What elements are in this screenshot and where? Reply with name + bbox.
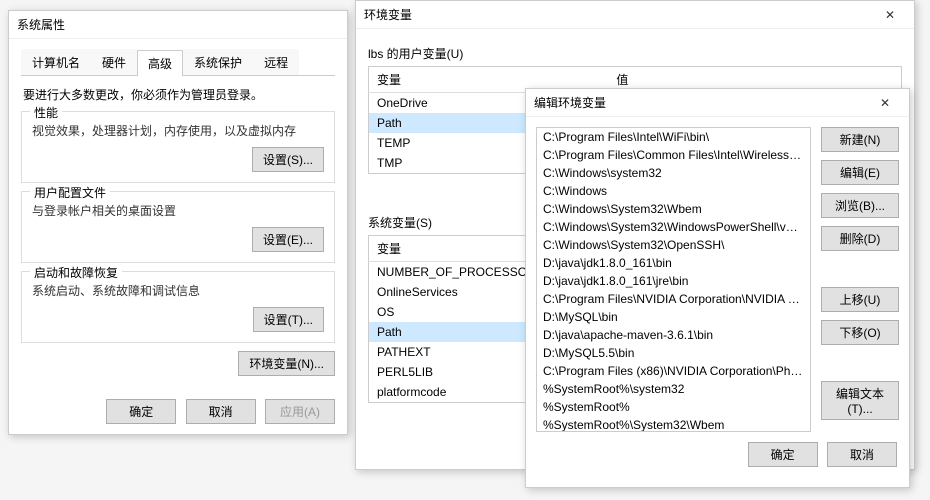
group-text: 系统启动、系统故障和调试信息 [32,282,324,299]
list-item[interactable]: D:\java\jdk1.8.0_161\bin [537,254,810,272]
edit-text-button[interactable]: 编辑文本(T)... [821,381,899,420]
list-item[interactable]: C:\Windows\system32 [537,164,810,182]
delete-button[interactable]: 删除(D) [821,226,899,251]
admin-notice: 要进行大多数更改，你必须作为管理员登录。 [23,86,335,103]
dialog-title: 编辑环境变量 [534,89,606,117]
dialog-title: 系统属性 [17,11,65,39]
user-profile-group: 用户配置文件 与登录帐户相关的桌面设置 设置(E)... [21,191,335,263]
tab-1[interactable]: 硬件 [91,49,137,75]
perf-settings-button[interactable]: 设置(S)... [252,147,324,172]
dialog-footer: 确定 取消 应用(A) [100,399,335,424]
ok-button[interactable]: 确定 [748,442,818,467]
list-item[interactable]: %SystemRoot% [537,398,810,416]
list-item[interactable]: C:\Windows\System32\Wbem [537,200,810,218]
path-listbox[interactable]: C:\Program Files\Intel\WiFi\bin\C:\Progr… [536,127,811,432]
startup-group: 启动和故障恢复 系统启动、系统故障和调试信息 设置(T)... [21,271,335,343]
close-icon[interactable]: ✕ [874,1,906,29]
tab-4[interactable]: 远程 [253,49,299,75]
tab-3[interactable]: 系统保护 [183,49,253,75]
list-item[interactable]: %SystemRoot%\system32 [537,380,810,398]
browse-button[interactable]: 浏览(B)... [821,193,899,218]
new-button[interactable]: 新建(N) [821,127,899,152]
list-item[interactable]: C:\Program Files\Common Files\Intel\Wire… [537,146,810,164]
dialog-footer: 确定 取消 [526,442,909,477]
dialog-title: 环境变量 [364,1,412,29]
group-title: 性能 [30,104,62,121]
group-text: 与登录帐户相关的桌面设置 [32,202,324,219]
startup-settings-button[interactable]: 设置(T)... [253,307,324,332]
group-text: 视觉效果，处理器计划，内存使用，以及虚拟内存 [32,122,324,139]
body: C:\Program Files\Intel\WiFi\bin\C:\Progr… [526,117,909,442]
list-item[interactable]: D:\java\jdk1.8.0_161\jre\bin [537,272,810,290]
ok-button[interactable]: 确定 [106,399,176,424]
list-item[interactable]: C:\Program Files (x86)\NVIDIA Corporatio… [537,362,810,380]
edit-env-var-dialog: 编辑环境变量 ✕ C:\Program Files\Intel\WiFi\bin… [525,88,910,488]
spacer [821,259,899,279]
tab-strip: 计算机名硬件高级系统保护远程 [21,49,335,76]
profile-settings-button[interactable]: 设置(E)... [252,227,324,252]
cancel-button[interactable]: 取消 [827,442,897,467]
tab-0[interactable]: 计算机名 [21,49,91,75]
move-down-button[interactable]: 下移(O) [821,320,899,345]
list-item[interactable]: D:\MySQL5.5\bin [537,344,810,362]
list-item[interactable]: %SystemRoot%\System32\Wbem [537,416,810,432]
titlebar: 环境变量 ✕ [356,1,914,29]
cancel-button[interactable]: 取消 [186,399,256,424]
list-item[interactable]: D:\MySQL\bin [537,308,810,326]
group-title: 用户配置文件 [30,184,110,201]
list-item[interactable]: D:\java\apache-maven-3.6.1\bin [537,326,810,344]
content: 计算机名硬件高级系统保护远程 要进行大多数更改，你必须作为管理员登录。 性能 视… [9,39,347,386]
env-vars-button[interactable]: 环境变量(N)... [238,351,335,376]
titlebar: 编辑环境变量 ✕ [526,89,909,117]
list-item[interactable]: C:\Windows\System32\OpenSSH\ [537,236,810,254]
edit-button[interactable]: 编辑(E) [821,160,899,185]
list-item[interactable]: C:\Windows [537,182,810,200]
performance-group: 性能 视觉效果，处理器计划，内存使用，以及虚拟内存 设置(S)... [21,111,335,183]
tab-2[interactable]: 高级 [137,50,183,76]
group-title: 启动和故障恢复 [30,264,122,281]
spacer [821,353,899,373]
list-item[interactable]: C:\Windows\System32\WindowsPowerShell\v1… [537,218,810,236]
system-properties-dialog: 系统属性 计算机名硬件高级系统保护远程 要进行大多数更改，你必须作为管理员登录。… [8,10,348,435]
close-icon[interactable]: ✕ [869,89,901,117]
apply-button[interactable]: 应用(A) [265,399,335,424]
move-up-button[interactable]: 上移(U) [821,287,899,312]
user-vars-label: lbs 的用户变量(U) [368,45,902,62]
list-item[interactable]: C:\Program Files\NVIDIA Corporation\NVID… [537,290,810,308]
list-item[interactable]: C:\Program Files\Intel\WiFi\bin\ [537,128,810,146]
titlebar: 系统属性 [9,11,347,39]
button-column: 新建(N) 编辑(E) 浏览(B)... 删除(D) 上移(U) 下移(O) 编… [821,127,899,432]
